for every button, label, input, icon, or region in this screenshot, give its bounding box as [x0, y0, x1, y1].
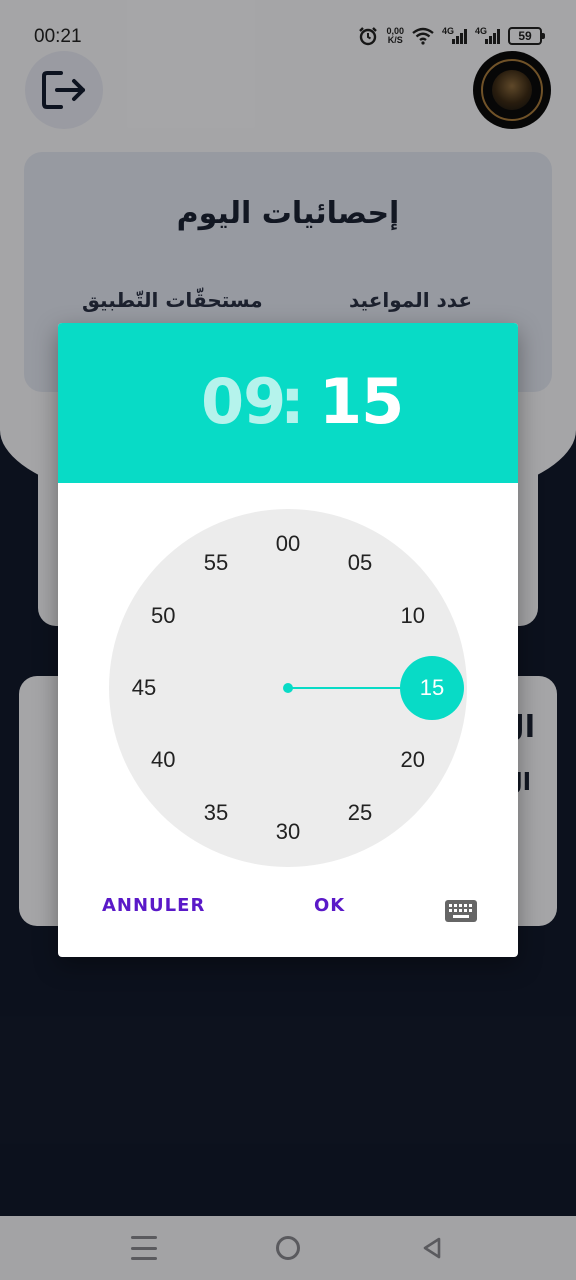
clock-minute-10[interactable]: 10	[389, 601, 437, 631]
time-picker-dialog: 09 : 15 00 05 10 20 25 30 35 40 45 50 55 15 ANNULE…	[58, 323, 518, 957]
clock-minute-25[interactable]: 25	[336, 798, 384, 828]
keyboard-icon[interactable]	[444, 899, 478, 923]
cancel-button[interactable]: ANNULER	[102, 895, 205, 916]
time-separator: :	[280, 365, 305, 438]
clock-minute-30[interactable]: 30	[264, 817, 312, 847]
clock-minute-50[interactable]: 50	[139, 601, 187, 631]
hour-display[interactable]: 09	[201, 365, 286, 438]
clock-center-dot	[283, 683, 293, 693]
clock-minute-05[interactable]: 05	[336, 548, 384, 578]
selected-minute-handle[interactable]: 15	[400, 656, 464, 720]
navigation-bar	[0, 1216, 576, 1280]
time-picker-header: 09 : 15	[58, 323, 518, 483]
clock-minute-40[interactable]: 40	[139, 745, 187, 775]
back-icon[interactable]	[420, 1236, 444, 1260]
menu-icon[interactable]	[131, 1236, 157, 1260]
clock-minute-35[interactable]: 35	[192, 798, 240, 828]
minute-display[interactable]: 15	[319, 365, 404, 438]
clock-minute-00[interactable]: 00	[264, 529, 312, 559]
home-icon[interactable]	[276, 1236, 300, 1260]
clock-minute-45[interactable]: 45	[120, 673, 168, 703]
ok-button[interactable]: OK	[314, 895, 345, 916]
clock-hand	[288, 687, 406, 689]
clock-minute-55[interactable]: 55	[192, 548, 240, 578]
clock-minute-20[interactable]: 20	[389, 745, 437, 775]
